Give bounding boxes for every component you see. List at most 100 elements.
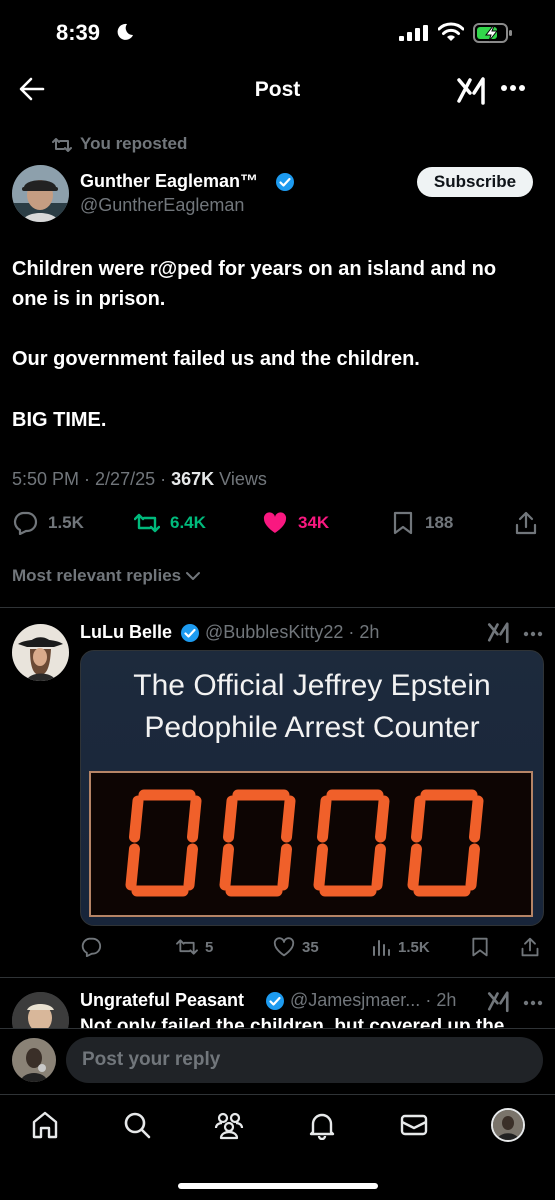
like-button[interactable]: 35 [273, 937, 319, 957]
verified-icon [180, 623, 200, 643]
nav-search[interactable] [120, 1108, 154, 1142]
reply-button[interactable] [80, 937, 102, 957]
home-icon [32, 1111, 58, 1139]
post-text-line: Children were r@ped for years on an isla… [12, 258, 497, 280]
bookmark-button[interactable] [470, 937, 490, 957]
reply-button[interactable]: 1.5K [12, 511, 84, 535]
digit-segment [223, 795, 238, 843]
views-button[interactable]: 1.5K [371, 937, 430, 957]
author-name[interactable]: Gunther Eagleman™ [80, 171, 258, 192]
battery-charging-icon [473, 22, 513, 44]
like-count: 35 [302, 938, 319, 956]
image-title-line: Pedophile Arrest Counter [144, 711, 480, 744]
mail-icon [400, 1114, 428, 1136]
counter-digit [219, 789, 296, 897]
nav-communities[interactable] [212, 1108, 246, 1142]
nav-home[interactable] [28, 1108, 62, 1142]
reply-age: 2h [359, 622, 380, 642]
nav-profile-avatar[interactable] [491, 1108, 525, 1142]
digit-segment [375, 795, 390, 843]
repost-count: 6.4K [170, 513, 206, 532]
image-title-line: The Official Jeffrey Epstein [133, 669, 491, 702]
repost-icon [134, 513, 160, 533]
author-avatar[interactable] [12, 165, 69, 222]
status-time: 8:39 [56, 20, 101, 45]
grok-icon[interactable] [487, 989, 511, 1013]
replies-filter-dropdown[interactable]: Most relevant replies [12, 566, 201, 586]
repost-button[interactable]: 5 [176, 937, 213, 957]
more-icon[interactable] [500, 84, 526, 92]
like-icon [273, 937, 295, 957]
bell-icon [309, 1113, 335, 1140]
post-date: 2/27/25 [95, 469, 156, 489]
bookmark-button[interactable]: 188 [391, 511, 453, 535]
reply-handle[interactable]: @Jamesjmaer... · 2h [290, 990, 456, 1011]
digit-segment [407, 843, 422, 891]
reply-handle-text: @Jamesjmaer... [290, 990, 421, 1010]
digit-segment [277, 843, 292, 891]
digit-segment [187, 795, 202, 843]
nav-notifications[interactable] [305, 1108, 339, 1142]
reply-image[interactable]: The Official Jeffrey Epstein Pedophile A… [80, 650, 544, 926]
repost-icon [52, 136, 72, 154]
share-button[interactable] [520, 937, 540, 957]
verified-icon [265, 991, 285, 1011]
avatar[interactable] [12, 624, 69, 681]
more-icon[interactable] [523, 1000, 543, 1006]
reply-author-name[interactable]: Ungrateful Peasant [80, 990, 244, 1011]
digit-segment [411, 795, 426, 843]
views-count: 1.5K [398, 938, 430, 956]
more-icon[interactable] [523, 631, 543, 637]
share-icon[interactable] [514, 511, 538, 535]
moon-icon [116, 23, 134, 41]
post-text-line: Our government failed us and the childre… [12, 348, 420, 370]
repost-label: You reposted [80, 134, 188, 153]
views-count[interactable]: 367K [171, 469, 214, 489]
wifi-icon [438, 22, 464, 42]
counter-digits [125, 789, 484, 897]
grok-icon[interactable] [456, 74, 488, 106]
repost-button[interactable]: 6.4K [134, 511, 206, 535]
nav-messages[interactable] [397, 1108, 431, 1142]
digit-segment [465, 843, 480, 891]
replies-filter-label: Most relevant replies [12, 566, 182, 585]
counter-display [89, 771, 533, 917]
reply-input[interactable] [66, 1037, 543, 1083]
share-icon [521, 937, 539, 957]
divider [0, 607, 555, 608]
views-label: Views [219, 469, 267, 489]
like-count: 34K [298, 513, 330, 532]
digit-segment [317, 795, 332, 843]
communities-icon [214, 1112, 244, 1140]
home-indicator [178, 1183, 378, 1189]
repost-count: 5 [205, 938, 214, 956]
bookmark-icon [472, 937, 488, 957]
grok-icon[interactable] [487, 620, 511, 644]
bookmark-icon [393, 511, 413, 535]
counter-digit [407, 789, 484, 897]
digit-segment [281, 795, 296, 843]
reply-handle[interactable]: @BubblesKitty22 · 2h [205, 622, 379, 643]
digit-segment [129, 795, 144, 843]
signal-icon [399, 25, 429, 41]
subscribe-button[interactable]: Subscribe [417, 167, 533, 197]
digit-segment [183, 843, 198, 891]
divider [0, 977, 555, 978]
post-time: 5:50 PM [12, 469, 80, 489]
digit-segment [125, 843, 140, 891]
verified-icon [275, 172, 295, 192]
reply-icon [81, 937, 102, 957]
counter-digit [125, 789, 202, 897]
like-icon [263, 512, 287, 533]
chevron-down-icon [186, 572, 201, 580]
like-button[interactable]: 34K [262, 511, 329, 535]
avatar[interactable] [12, 1038, 56, 1082]
post-text-line: BIG TIME. [12, 409, 107, 431]
views-icon [373, 940, 390, 956]
digit-segment [313, 843, 328, 891]
digit-segment [219, 843, 234, 891]
author-handle[interactable]: @GuntherEagleman [80, 195, 244, 216]
reply-age: 2h [436, 990, 457, 1010]
reply-author-name[interactable]: LuLu Belle [80, 622, 172, 643]
bookmark-count: 188 [425, 513, 454, 532]
